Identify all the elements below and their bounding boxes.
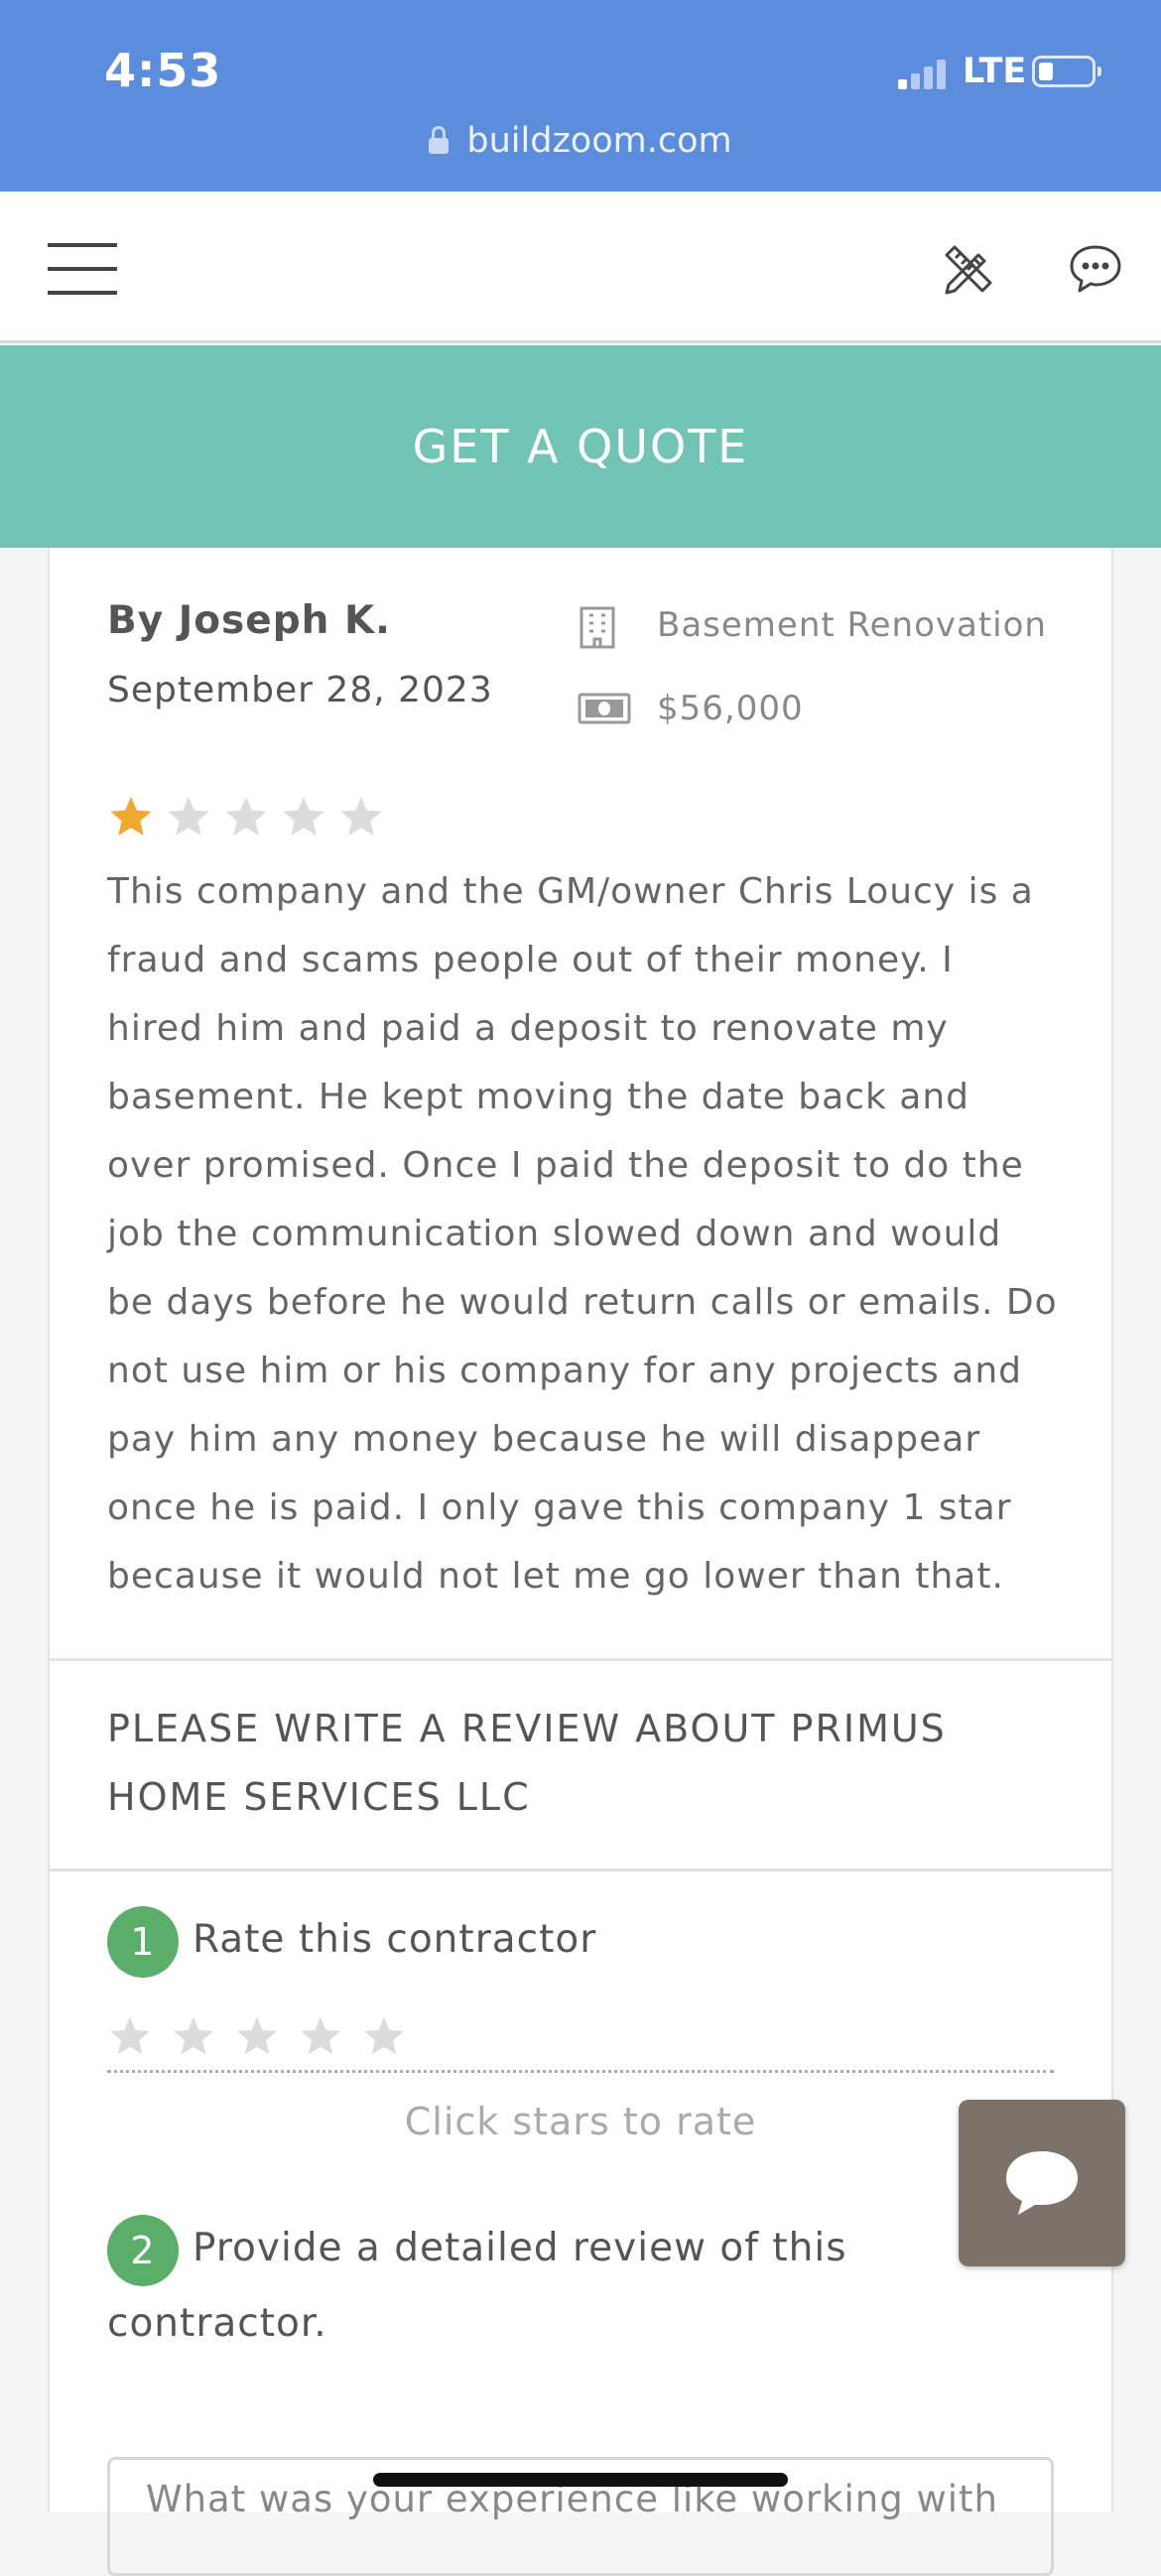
star-icon[interactable] xyxy=(171,2014,216,2060)
signal-icon xyxy=(898,60,950,89)
speech-bubble-icon[interactable] xyxy=(1068,241,1123,297)
star-icon xyxy=(340,797,382,836)
url-text: buildzoom.com xyxy=(466,121,732,161)
step-label: Provide a detailed review of this contra… xyxy=(107,2226,847,2346)
step-label: Rate this contractor xyxy=(193,1917,597,1962)
chat-button[interactable] xyxy=(959,2100,1125,2266)
url-bar[interactable]: buildzoom.com xyxy=(0,121,1161,161)
review-date: September 28, 2023 xyxy=(107,670,493,710)
star-icon xyxy=(110,797,152,836)
star-icon[interactable] xyxy=(361,2014,407,2060)
building-icon xyxy=(578,605,617,658)
step-badge: 1 xyxy=(107,1905,179,1978)
step-badge: 2 xyxy=(107,2214,179,2286)
home-indicator xyxy=(373,2473,788,2487)
write-review-heading: PLEASE WRITE A REVIEW ABOUT PRIMUS HOME … xyxy=(107,1707,947,1819)
step-rate: 1 Rate this contractor xyxy=(107,1902,1020,1978)
review-text: This company and the GM/owner Chris Louc… xyxy=(107,871,1058,1597)
project-type-label: Basement Renovation xyxy=(657,605,1047,645)
star-icon xyxy=(283,797,324,836)
review-rating xyxy=(107,794,395,841)
star-icon[interactable] xyxy=(298,2014,343,2060)
get-quote-button[interactable]: GET A QUOTE xyxy=(0,345,1161,548)
step-review: 2 Provide a detailed review of this contr… xyxy=(107,2211,1020,2361)
status-bar: 4:53 LTE buildzoom.com xyxy=(0,0,1161,192)
site-header xyxy=(0,192,1161,343)
lock-icon xyxy=(429,126,450,154)
hamburger-icon[interactable] xyxy=(48,243,117,295)
dotted-divider xyxy=(107,2070,1054,2073)
status-time: 4:53 xyxy=(104,44,222,97)
network-label: LTE xyxy=(963,52,1027,91)
divider xyxy=(48,1658,1113,1661)
rating-hint: Click stars to rate xyxy=(404,2100,757,2143)
star-icon[interactable] xyxy=(234,2014,280,2060)
money-icon xyxy=(578,693,631,733)
star-icon xyxy=(225,797,267,836)
ruler-pencil-icon[interactable] xyxy=(941,241,996,297)
chat-bubble-icon xyxy=(1006,2151,1078,2215)
review-author: By Joseph K. xyxy=(107,598,391,643)
battery-icon xyxy=(1032,56,1101,87)
divider xyxy=(48,1868,1113,1871)
star-icon xyxy=(168,797,209,836)
rating-input[interactable] xyxy=(107,2014,425,2060)
star-icon[interactable] xyxy=(107,2014,153,2060)
project-cost-label: $56,000 xyxy=(657,689,804,728)
